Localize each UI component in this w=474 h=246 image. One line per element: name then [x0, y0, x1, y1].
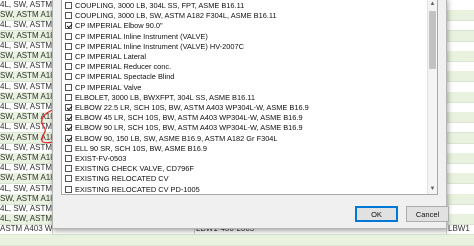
- checkbox-checked[interactable]: [65, 124, 72, 132]
- sheet-cell-description: SW, ASTM A18: [0, 173, 52, 183]
- checkbox-unchecked[interactable]: [65, 42, 72, 50]
- checklist-item-label: CP IMPERIAL Inline Instrument (VALVE) HV…: [75, 41, 244, 51]
- checklist-item-label: EXISTING CHECK VALVE, CD796F: [75, 164, 194, 174]
- checklist-item[interactable]: COUPLING, 3000 LB, 304L SS, FPT, ASME B1…: [65, 1, 417, 11]
- sheet-cell-line: LBW1: [448, 224, 470, 234]
- checklist-item[interactable]: ELBOW 90, 150 LB, SW, ASME B16.9, ASTM A…: [65, 134, 417, 144]
- checklist-item[interactable]: EXISTING CHECK VALVE, CD796F: [65, 164, 417, 174]
- checklist-item[interactable]: ELBOW 90 LR, SCH 10S, BW, ASTM A403 WP30…: [65, 123, 417, 133]
- checkbox-unchecked[interactable]: [65, 93, 72, 101]
- sheet-cell-description: SW, ASTM A18: [0, 71, 52, 81]
- checkbox-unchecked[interactable]: [65, 63, 72, 71]
- checklist-item-label: COUPLING, 3000 LB, 304L SS, FPT, ASME B1…: [75, 1, 245, 10]
- scroll-up-icon[interactable]: ▲: [428, 0, 437, 9]
- checklist-item-label: ELBOW 22.5 LR, SCH 10S, BW, ASTM A403 WP…: [75, 103, 309, 112]
- checklist-item-label: COUPLING, 3000 LB, SW, ASTM A182 F304L, …: [75, 11, 277, 21]
- checkbox-unchecked[interactable]: [65, 12, 72, 20]
- checklist-item-label: ELL 90 SR, SCH 10S, BW, ASME B16.9: [75, 143, 207, 153]
- sheet-cell-description: SW, ASTM A18: [0, 51, 52, 60]
- checklist-item[interactable]: CP IMPERIAL Spectacle Blind: [65, 72, 417, 82]
- sheet-cell-description: 4L, SW, ASTM: [0, 204, 52, 213]
- checklist-item[interactable]: EXIST-FV-0503: [65, 154, 417, 164]
- checkbox-unchecked[interactable]: [65, 73, 72, 81]
- cancel-button[interactable]: Cancel: [406, 206, 449, 222]
- checklist-item[interactable]: CP IMPERIAL Reducer conc.: [65, 62, 417, 72]
- checklist-item-label: CP IMPERIAL Reducer conc.: [75, 62, 172, 72]
- checklist-item-label: CP IMPERIAL Inline Instrument (VALVE): [75, 31, 208, 41]
- sheet-cell-description: 4L, SW, ASTM: [0, 20, 52, 30]
- checklist-item[interactable]: CP IMPERIAL Valve: [65, 83, 417, 93]
- checkbox-unchecked[interactable]: [65, 2, 72, 9]
- sheet-cell-description: 4L, SW, ASTM: [0, 81, 52, 91]
- checklist-item-label: ELBOLET, 3000 LB, BWXFPT, 304L SS, ASME …: [75, 92, 255, 102]
- checklist-item-label: ELBOW 45 LR, SCH 10S, BW, ASTM A403 WP30…: [75, 113, 303, 123]
- sheet-row: [0, 234, 474, 246]
- sheet-cell-description: SW, ASTM A18: [0, 153, 52, 162]
- checklist-item[interactable]: EXISTING RELOCATED CV PD-1005: [65, 184, 417, 194]
- vertical-scrollbar[interactable]: ▲ ▼: [427, 0, 437, 194]
- checkbox-checked[interactable]: [65, 134, 72, 142]
- checklist-item-label: EXISTING RELOCATED CV: [75, 174, 169, 184]
- checkbox-checked[interactable]: [65, 22, 72, 30]
- sheet-cell-description: 4L, SW, ASTM: [0, 183, 52, 193]
- component-checklist[interactable]: COUPLING, 3000 LB, 304L SS, FPT, ASME B1…: [61, 0, 438, 195]
- ok-button[interactable]: OK: [355, 206, 398, 222]
- checkbox-unchecked[interactable]: [65, 185, 72, 193]
- sheet-cell-description: 4L, SW, ASTM: [0, 163, 52, 173]
- checklist-item-label: CP IMPERIAL Elbow 90.0": [75, 21, 163, 31]
- checklist-item[interactable]: EXISTING RELOCATED CV: [65, 174, 417, 184]
- checkbox-unchecked[interactable]: [65, 155, 72, 162]
- checklist-item[interactable]: ELBOW 45 LR, SCH 10S, BW, ASTM A403 WP30…: [65, 113, 417, 123]
- checkbox-unchecked[interactable]: [65, 83, 72, 91]
- sheet-cell-description: SW, ASTM A18: [0, 10, 52, 20]
- sheet-cell-description: SW, ASTM A18: [0, 91, 52, 101]
- select-components-dialog: COUPLING, 3000 LB, 304L SS, FPT, ASME B1…: [52, 0, 449, 229]
- checklist-item-label: ELBOW 90 LR, SCH 10S, BW, ASTM A403 WP30…: [75, 123, 303, 133]
- checkbox-unchecked[interactable]: [65, 53, 72, 60]
- sheet-cell-description: SW, ASTM A18: [0, 193, 52, 203]
- checkbox-unchecked[interactable]: [65, 165, 72, 173]
- checklist-item-label: ELBOW 90, 150 LB, SW, ASME B16.9, ASTM A…: [75, 133, 278, 143]
- sheet-cell-description: ASTM A403 WP304L-W, ASME B16.9: [0, 224, 52, 234]
- scrollbar-thumb[interactable]: [429, 11, 436, 69]
- checklist-item[interactable]: ELBOLET, 3000 LB, BWXFPT, 304L SS, ASME …: [65, 93, 417, 103]
- checklist-item[interactable]: CP IMPERIAL Lateral: [65, 52, 417, 62]
- scroll-down-icon[interactable]: ▼: [428, 185, 437, 194]
- checklist-item[interactable]: ELL 90 SR, SCH 10S, BW, ASME B16.9: [65, 144, 417, 154]
- checkbox-unchecked[interactable]: [65, 144, 72, 152]
- sheet-cell-description: 4L, SW, ASTM: [0, 61, 52, 71]
- checkbox-checked[interactable]: [65, 104, 72, 111]
- checklist-item-label: EXIST-FV-0503: [75, 154, 127, 163]
- checkbox-unchecked[interactable]: [65, 32, 72, 40]
- checkbox-unchecked[interactable]: [65, 175, 72, 183]
- sheet-cell-description: 4L, SW, ASTM: [0, 40, 52, 50]
- checkbox-checked[interactable]: [65, 114, 72, 122]
- checklist-item-label: CP IMPERIAL Valve: [75, 82, 142, 92]
- checklist-item-label: CP IMPERIAL Spectacle Blind: [75, 72, 175, 82]
- checklist-item[interactable]: CP IMPERIAL Inline Instrument (VALVE) HV…: [65, 42, 417, 52]
- checklist-item[interactable]: COUPLING, 3000 LB, SW, ASTM A182 F304L, …: [65, 11, 417, 21]
- checklist-item[interactable]: CP IMPERIAL Elbow 90.0": [65, 21, 417, 31]
- checklist-item-label: EXISTING RELOCATED CV PD-1005: [75, 184, 200, 194]
- checklist-item-label: CP IMPERIAL Lateral: [75, 52, 147, 61]
- sheet-cell-description: SW, ASTM A18: [0, 30, 52, 40]
- sheet-cell-description: 4L, SW, ASTM: [0, 0, 52, 9]
- checklist-item[interactable]: ELBOW 22.5 LR, SCH 10S, BW, ASTM A403 WP…: [65, 103, 417, 113]
- checklist-item[interactable]: CP IMPERIAL Inline Instrument (VALVE): [65, 32, 417, 42]
- sheet-cell-description: 4L, SW, ASTM: [0, 214, 52, 224]
